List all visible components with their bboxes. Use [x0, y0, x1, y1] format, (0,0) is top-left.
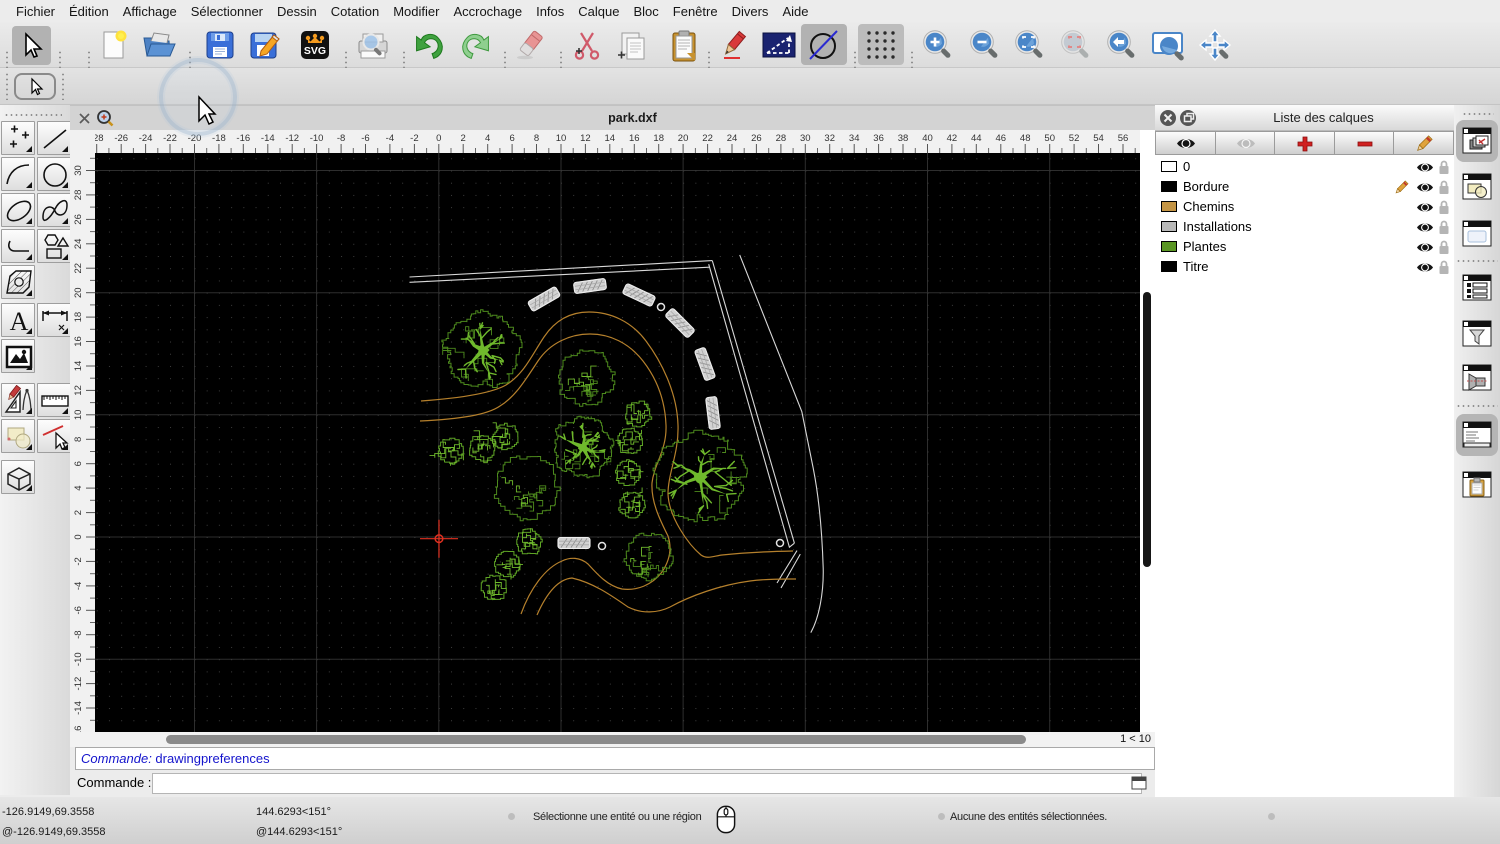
svg-text:4: 4	[485, 133, 490, 144]
svg-text:18: 18	[653, 133, 664, 144]
svg-text:30: 30	[73, 165, 84, 176]
svg-text:26: 26	[751, 133, 762, 144]
svg-text:4: 4	[73, 485, 84, 490]
svg-text:18: 18	[73, 312, 84, 323]
svg-text:42: 42	[947, 133, 958, 144]
svg-text:32: 32	[824, 133, 835, 144]
svg-text:20: 20	[73, 287, 84, 298]
svg-text:-4: -4	[73, 582, 84, 590]
svg-text:22: 22	[73, 263, 84, 274]
svg-text:8: 8	[534, 133, 539, 144]
svg-text:2: 2	[461, 133, 466, 144]
svg-text:30: 30	[800, 133, 811, 144]
svg-text:14: 14	[73, 361, 84, 372]
svg-text:10: 10	[556, 133, 567, 144]
svg-text:6: 6	[73, 461, 84, 466]
svg-text:12: 12	[580, 133, 591, 144]
svg-text:12: 12	[73, 385, 84, 396]
svg-text:-10: -10	[73, 652, 84, 666]
svg-text:0: 0	[73, 534, 84, 539]
svg-text:28: 28	[776, 133, 787, 144]
svg-text:28: 28	[73, 190, 84, 201]
svg-text:6: 6	[509, 133, 514, 144]
svg-text:2: 2	[73, 510, 84, 515]
svg-text:22: 22	[702, 133, 713, 144]
svg-text:-14: -14	[261, 133, 275, 144]
svg-text:0: 0	[436, 133, 441, 144]
svg-text:16: 16	[73, 336, 84, 347]
svg-text:20: 20	[678, 133, 689, 144]
svg-text:-6: -6	[361, 133, 369, 144]
svg-text:SVG: SVG	[304, 45, 326, 57]
svg-text:-2: -2	[73, 557, 84, 565]
svg-text:14: 14	[605, 133, 616, 144]
svg-text:-14: -14	[73, 701, 84, 715]
svg-text:-12: -12	[73, 677, 84, 691]
svg-text:54: 54	[1093, 133, 1104, 144]
svg-text:48: 48	[1020, 133, 1031, 144]
svg-text:-8: -8	[73, 630, 84, 638]
svg-text:24: 24	[727, 133, 738, 144]
svg-text:A: A	[10, 307, 29, 336]
svg-text:-6: -6	[73, 606, 84, 614]
svg-text:36: 36	[873, 133, 884, 144]
svg-text:-22: -22	[163, 133, 177, 144]
svg-text:24: 24	[73, 239, 84, 250]
svg-text:-8: -8	[337, 133, 345, 144]
svg-text:-16: -16	[236, 133, 250, 144]
svg-text:56: 56	[1118, 133, 1129, 144]
svg-text:52: 52	[1069, 133, 1080, 144]
svg-text:-4: -4	[386, 133, 394, 144]
svg-text:-12: -12	[285, 133, 299, 144]
svg-text:-28: -28	[95, 133, 104, 144]
svg-text:26: 26	[73, 214, 84, 225]
svg-text:40: 40	[922, 133, 933, 144]
svg-text:34: 34	[849, 133, 860, 144]
svg-text:-24: -24	[139, 133, 153, 144]
svg-text:-2: -2	[410, 133, 418, 144]
svg-text:46: 46	[996, 133, 1007, 144]
svg-text:50: 50	[1044, 133, 1055, 144]
svg-text:38: 38	[898, 133, 909, 144]
svg-text:-18: -18	[212, 133, 226, 144]
svg-text:-26: -26	[114, 133, 128, 144]
svg-text:10: 10	[73, 410, 84, 421]
svg-text:8: 8	[73, 437, 84, 442]
svg-text:44: 44	[971, 133, 982, 144]
svg-text:-10: -10	[310, 133, 324, 144]
svg-text:16: 16	[629, 133, 640, 144]
